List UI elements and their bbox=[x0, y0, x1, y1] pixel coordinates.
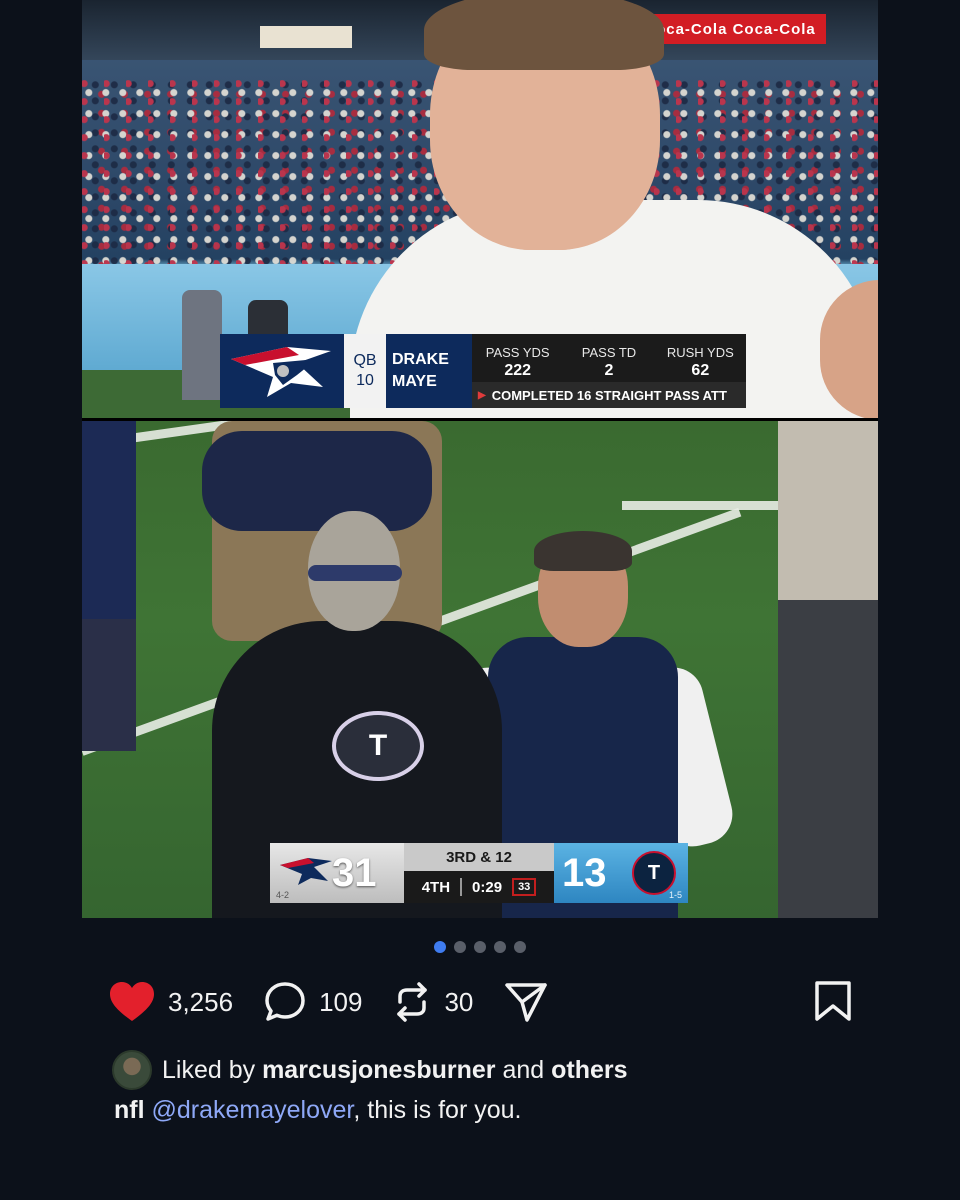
game-situation: 3RD & 12 4TH 0:29 33 bbox=[404, 843, 554, 903]
player-number: 10 bbox=[356, 372, 374, 389]
away-score: 31 bbox=[332, 850, 377, 895]
titans-hoodie-logo: T bbox=[332, 711, 424, 781]
stat-value: 62 bbox=[691, 362, 710, 379]
home-score: 13 bbox=[562, 850, 607, 895]
liked-by-prefix: Liked by bbox=[162, 1055, 256, 1084]
caption-author-link[interactable]: nfl bbox=[114, 1096, 145, 1124]
caption-mention-link[interactable]: @drakemayelover bbox=[152, 1096, 354, 1124]
stadium-sign bbox=[260, 26, 352, 48]
carousel-dot[interactable] bbox=[474, 941, 486, 953]
play-triangle-icon: ▶ bbox=[478, 389, 486, 401]
carousel-dot[interactable] bbox=[514, 941, 526, 953]
share-button[interactable] bbox=[503, 980, 549, 1024]
home-team-score: 13 T 1-5 bbox=[554, 843, 688, 903]
liked-by-conjunction: and bbox=[502, 1055, 545, 1084]
patriots-logo bbox=[220, 334, 344, 408]
interview-frame: Coca-Cola Coca-Cola QB 10 DRAKE MAYE PAS… bbox=[82, 0, 878, 418]
carousel-dot[interactable] bbox=[454, 941, 466, 953]
post-action-bar: 3,256 109 30 bbox=[108, 978, 852, 1026]
stat-label: RUSH YDS bbox=[666, 345, 734, 360]
carousel-indicator bbox=[0, 941, 960, 953]
player-hair bbox=[424, 0, 664, 70]
patriots-logo-small bbox=[278, 855, 334, 887]
liked-by-others-link[interactable]: others bbox=[551, 1056, 627, 1085]
repost-icon[interactable] bbox=[392, 980, 432, 1024]
player-position: QB bbox=[353, 352, 377, 369]
titans-logo: T bbox=[632, 851, 676, 895]
stat-values: 222 2 62 bbox=[472, 360, 746, 382]
quarter: 4TH bbox=[421, 878, 451, 896]
player-lower-third-graphic: QB 10 DRAKE MAYE PASS YDS PASS TD RUSH Y… bbox=[220, 334, 746, 408]
game-clock: 0:29 bbox=[472, 878, 503, 896]
comment-bubble-icon[interactable] bbox=[263, 980, 307, 1024]
play-clock: 33 bbox=[512, 878, 537, 896]
sideline-person bbox=[778, 421, 878, 918]
stat-labels: PASS YDS PASS TD RUSH YDS bbox=[472, 334, 746, 360]
player-stats: PASS YDS PASS TD RUSH YDS 222 2 62 ▶ COM… bbox=[472, 334, 746, 408]
avatar[interactable] bbox=[112, 1050, 152, 1090]
repost-count: 30 bbox=[444, 986, 474, 1017]
comment-button[interactable]: 109 bbox=[263, 980, 362, 1024]
bookmark-icon[interactable] bbox=[814, 980, 852, 1022]
liked-by-user-link[interactable]: marcusjonesburner bbox=[262, 1056, 495, 1085]
away-record: 4-2 bbox=[276, 890, 290, 900]
away-team-score: 31 4-2 bbox=[270, 843, 404, 903]
coach-hair bbox=[534, 531, 632, 571]
stat-label: PASS TD bbox=[581, 345, 637, 360]
game-clock-row: 4TH 0:29 33 bbox=[404, 871, 554, 903]
post-caption: nfl @drakemayelover, this is for you. bbox=[114, 1096, 521, 1125]
coach-visor bbox=[308, 565, 402, 581]
carousel-dot[interactable] bbox=[434, 941, 446, 953]
stat-note-text: COMPLETED 16 STRAIGHT PASS ATT bbox=[491, 387, 727, 403]
stat-value: 222 bbox=[504, 362, 532, 379]
stat-note: ▶ COMPLETED 16 STRAIGHT PASS ATT bbox=[472, 382, 746, 408]
liked-by-row: Liked by marcusjonesburner and others bbox=[112, 1050, 628, 1090]
repost-button[interactable]: 30 bbox=[392, 980, 473, 1024]
player-last-name: MAYE bbox=[392, 373, 437, 390]
home-record: 1-5 bbox=[668, 890, 682, 900]
heart-icon[interactable] bbox=[108, 981, 156, 1023]
player-name: DRAKE MAYE bbox=[386, 334, 472, 408]
handshake-frame: T 31 4-2 3RD & 12 4TH 0:29 33 13 T 1-5 bbox=[82, 421, 878, 918]
sideline-person bbox=[82, 421, 136, 751]
like-button[interactable]: 3,256 bbox=[108, 981, 233, 1023]
post-media-carousel[interactable]: Coca-Cola Coca-Cola QB 10 DRAKE MAYE PAS… bbox=[82, 0, 878, 918]
divider bbox=[460, 878, 463, 896]
down-distance: 3RD & 12 bbox=[404, 843, 554, 871]
stat-label: PASS YDS bbox=[485, 345, 550, 360]
send-icon[interactable] bbox=[503, 980, 549, 1024]
stat-value: 2 bbox=[604, 362, 614, 379]
player-first-name: DRAKE bbox=[392, 351, 449, 368]
comment-count: 109 bbox=[319, 986, 363, 1017]
caption-text: , this is for you. bbox=[353, 1096, 522, 1124]
carousel-dot[interactable] bbox=[494, 941, 506, 953]
player-position-number: QB 10 bbox=[344, 334, 386, 408]
scorebug: 31 4-2 3RD & 12 4TH 0:29 33 13 T 1-5 bbox=[270, 843, 688, 903]
like-count: 3,256 bbox=[168, 986, 234, 1017]
sideline-staff bbox=[182, 290, 222, 400]
